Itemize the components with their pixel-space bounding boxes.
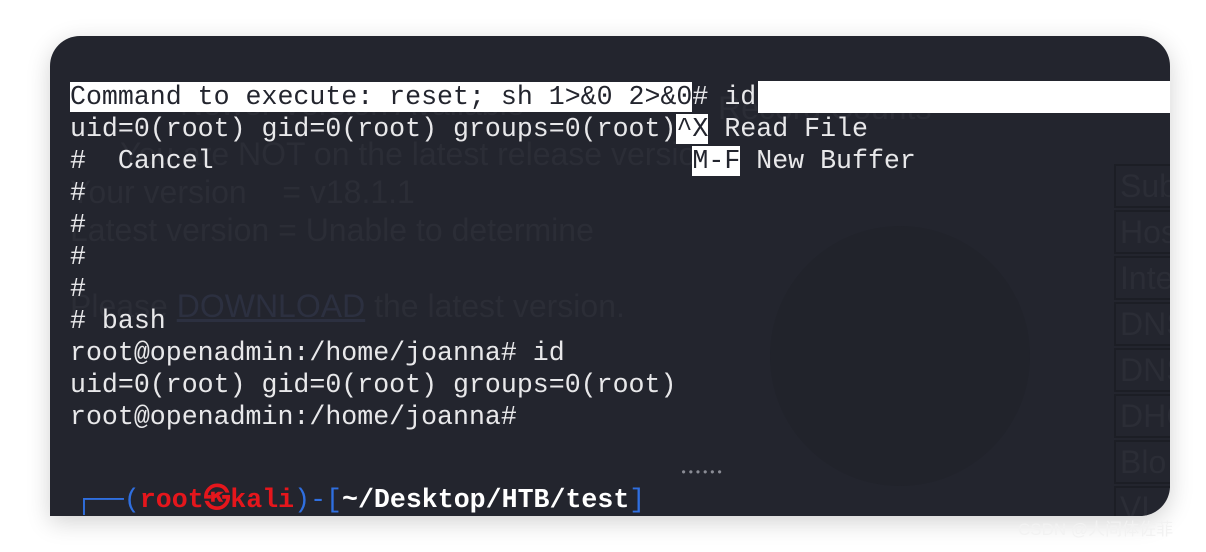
ghost-table-item: Hos	[1114, 210, 1170, 254]
shortcut-cancel[interactable]: # Cancel	[70, 146, 692, 176]
prompt-host: kali	[230, 485, 295, 515]
output-line: # bash	[70, 306, 166, 336]
ghost-table-item: VL	[1114, 486, 1170, 516]
terminal-window[interactable]: Newer Version Available Record Counts Yo…	[50, 36, 1170, 516]
output-line: uid=0(root) gid=0(root) groups=0(root)^X…	[70, 113, 916, 145]
shortcut-read-file[interactable]: Read File	[708, 114, 868, 144]
output-line: #	[70, 274, 86, 304]
output-line: root@openadmin:/home/joanna#	[70, 402, 517, 432]
prompt-at-icon: ㉿	[203, 485, 231, 515]
pane-resize-handle[interactable]: ••••••	[680, 466, 723, 480]
prompt-user: root	[139, 485, 204, 515]
ghost-table-item: DNS	[1114, 348, 1170, 392]
shortcut-key-read-file: ^X	[676, 114, 709, 144]
command-prompt-label: Command to execute: reset; sh 1>&0 2>&0	[70, 82, 693, 112]
prompt-separator: )-[	[294, 485, 343, 515]
shortcut-key-new-buffer: M-F	[692, 146, 741, 176]
output-line: # Cancel M-F New Buffer	[70, 145, 916, 177]
ghost-table-item: Sub	[1114, 164, 1170, 208]
prompt-bracket-end: ]	[629, 485, 646, 515]
output-line: #	[70, 242, 86, 272]
terminal-output[interactable]: Command to execute: reset; sh 1>&0 2>&0#…	[70, 81, 1170, 433]
nano-command-line: Command to execute: reset; sh 1>&0 2>&0#…	[70, 81, 1170, 113]
watermark: CSDN @人间体佐菲	[1018, 520, 1174, 539]
shortcut-new-buffer[interactable]: New Buffer	[740, 146, 916, 176]
ghost-table-item: DHC	[1114, 394, 1170, 438]
prompt-corner: ┌──(	[76, 485, 140, 515]
ghost-table-item: Inte	[1114, 256, 1170, 300]
output-line: uid=0(root) gid=0(root) groups=0(root)	[70, 370, 677, 400]
output-text: uid=0(root) gid=0(root) groups=0(root)	[70, 114, 677, 144]
shell-prompt: ┌──(root㉿kali)-[~/Desktop/HTB/test]	[76, 484, 645, 516]
output-line: root@openadmin:/home/joanna# id	[70, 338, 565, 368]
command-input-bar[interactable]	[758, 81, 1170, 113]
output-line: #	[70, 210, 86, 240]
ghost-table-item: Blo	[1114, 440, 1170, 484]
ghost-table: Sub Hos Inte DNS DNS DHC Blo VL	[1114, 164, 1170, 516]
ghost-table-item: DNS	[1114, 302, 1170, 346]
output-line: #	[70, 178, 86, 208]
command-input-text[interactable]: # id	[692, 82, 756, 112]
prompt-path: ~/Desktop/HTB/test	[342, 485, 630, 515]
